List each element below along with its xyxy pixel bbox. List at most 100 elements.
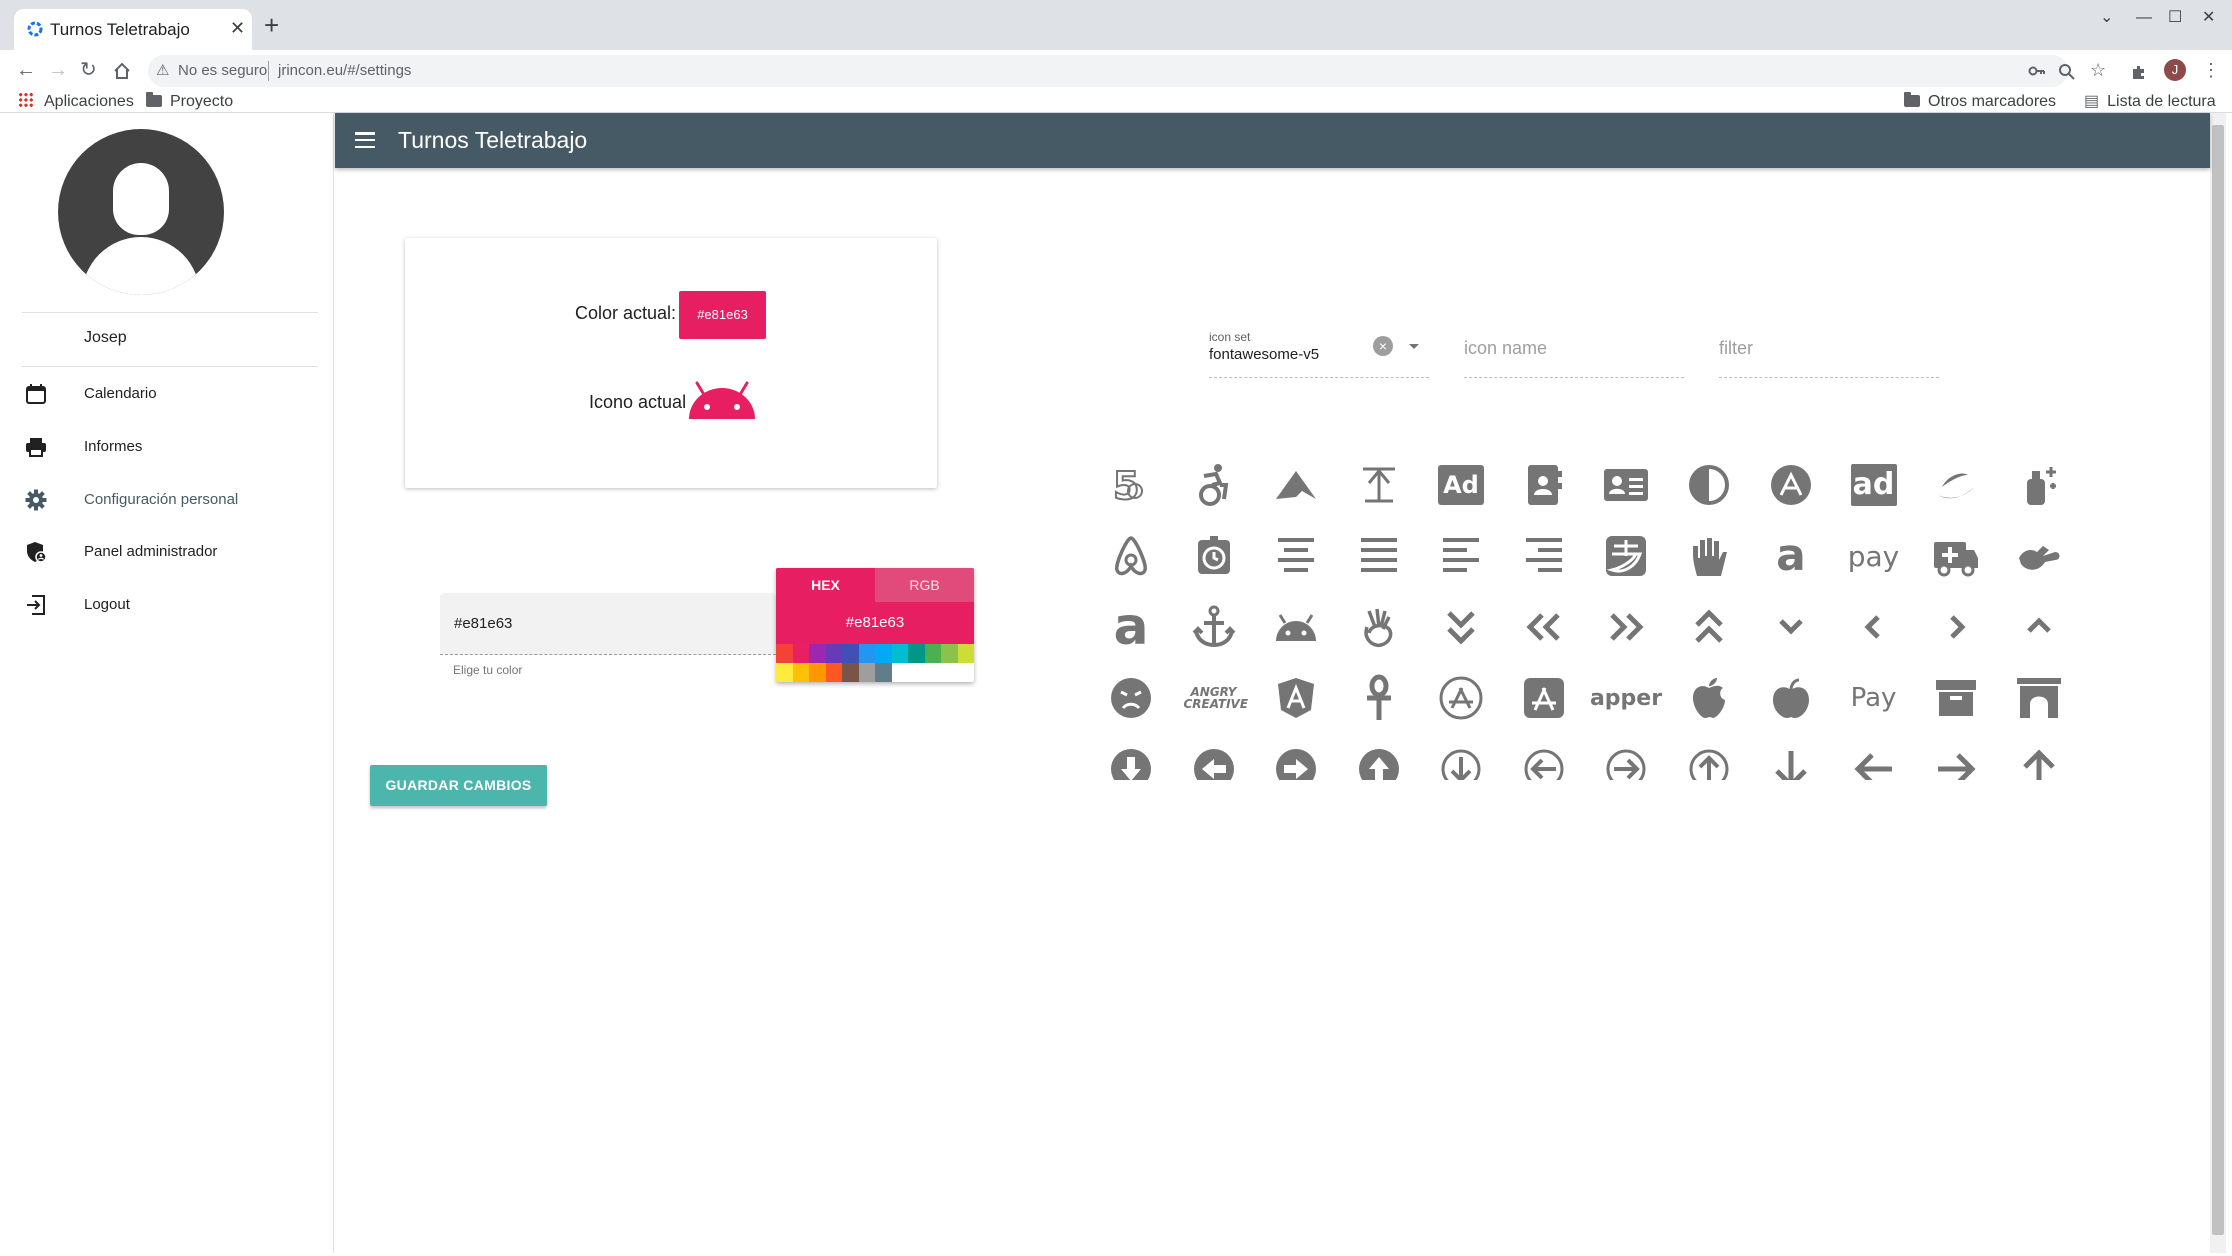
save-changes-button[interactable]: GUARDAR CAMBIOS	[370, 765, 547, 806]
arrow-alt-circle-up-icon[interactable]	[1349, 739, 1409, 780]
bookmark-other[interactable]: Otros marcadores	[1904, 92, 2056, 112]
angle-up-icon[interactable]	[2009, 597, 2069, 657]
amazon-icon[interactable]: a	[1761, 526, 1821, 586]
tab-hex[interactable]: HEX	[776, 568, 875, 602]
app-store-icon[interactable]	[1431, 668, 1491, 728]
page-scrollbar[interactable]	[2210, 113, 2226, 1253]
angular-icon[interactable]	[1266, 668, 1326, 728]
adversal-icon[interactable]: ad	[1844, 455, 1904, 515]
apple-alt-icon[interactable]	[1761, 668, 1821, 728]
apple-pay-icon[interactable]: Pay	[1844, 668, 1904, 728]
color-swatch[interactable]	[825, 663, 843, 682]
browser-tab[interactable]: Turnos Teletrabajo ✕	[14, 9, 252, 50]
angle-double-right-icon[interactable]	[1596, 597, 1656, 657]
accessible-icon-icon[interactable]	[1184, 455, 1244, 515]
back-arrow-icon[interactable]: ←	[16, 58, 36, 82]
android-icon[interactable]	[1266, 597, 1326, 657]
align-justify-icon[interactable]	[1349, 526, 1409, 586]
adjust-icon[interactable]	[1679, 455, 1739, 515]
align-center-icon[interactable]	[1266, 526, 1326, 586]
color-swatch[interactable]	[792, 663, 810, 682]
arrow-circle-left-icon[interactable]	[1514, 739, 1574, 780]
color-swatch[interactable]	[875, 644, 892, 663]
angrycreative-icon[interactable]: ANGRY CREATIVE	[1184, 668, 1249, 728]
scroll-thumb[interactable]	[2212, 125, 2224, 1235]
arrow-right-icon[interactable]	[1926, 739, 1986, 780]
apper-icon[interactable]: apper	[1590, 668, 1662, 728]
airbnb-icon[interactable]	[1101, 526, 1161, 586]
url-text[interactable]: jrincon.eu/#/settings	[278, 62, 411, 79]
archive-icon[interactable]	[1926, 668, 1986, 728]
filter-input[interactable]: filter	[1719, 330, 1939, 378]
chevron-down-icon[interactable]	[1409, 344, 1419, 349]
accusoft-icon[interactable]	[1266, 455, 1326, 515]
arrow-left-icon[interactable]	[1844, 739, 1904, 780]
sidebar-item-panel-administrador[interactable]: Panel administrador	[2, 532, 333, 572]
align-left-icon[interactable]	[1431, 526, 1491, 586]
affiliatetheme-icon[interactable]	[1926, 455, 1986, 515]
color-swatch[interactable]	[792, 644, 810, 663]
tab-rgb[interactable]: RGB	[875, 568, 974, 602]
clear-icon[interactable]: ×	[1373, 336, 1393, 356]
app-store-ios-icon[interactable]	[1514, 668, 1574, 728]
minimize-button[interactable]: —	[2136, 8, 2152, 28]
reload-icon[interactable]: ↻	[80, 58, 97, 82]
color-swatch[interactable]	[908, 644, 925, 663]
angle-double-left-icon[interactable]	[1514, 597, 1574, 657]
tab-close-icon[interactable]: ✕	[230, 18, 245, 38]
angle-double-down-icon[interactable]	[1431, 597, 1491, 657]
color-swatch[interactable]	[776, 663, 793, 682]
angle-down-icon[interactable]	[1761, 597, 1821, 657]
angle-double-up-icon[interactable]	[1679, 597, 1739, 657]
extensions-icon[interactable]	[2130, 63, 2148, 81]
angry-icon[interactable]	[1101, 668, 1161, 728]
address-bar[interactable]: ⚠ No es seguro jrincon.eu/#/settings	[148, 55, 2068, 87]
star-icon[interactable]: ☆	[2090, 60, 2106, 80]
angle-left-icon[interactable]	[1844, 597, 1904, 657]
arrow-alt-circle-left-icon[interactable]	[1184, 739, 1244, 780]
arrow-circle-up-icon[interactable]	[1679, 739, 1739, 780]
ad-icon[interactable]: Ad	[1431, 455, 1491, 515]
allergies-icon[interactable]	[1679, 526, 1739, 586]
color-swatch[interactable]	[941, 644, 958, 663]
sidebar-item-logout[interactable]: Logout	[2, 585, 333, 625]
arrow-circle-right-icon[interactable]	[1596, 739, 1656, 780]
color-swatch[interactable]	[957, 644, 974, 663]
arrow-up-icon[interactable]	[2009, 739, 2069, 780]
sidebar-item-configuracion[interactable]: Configuración personal	[2, 480, 333, 520]
ankh-icon[interactable]	[1349, 668, 1409, 728]
color-swatch[interactable]	[842, 644, 859, 663]
alarm-clock-icon[interactable]	[1184, 526, 1244, 586]
arrow-circle-down-icon[interactable]	[1431, 739, 1491, 780]
address-book-icon[interactable]	[1514, 455, 1574, 515]
profile-avatar[interactable]: J	[2164, 59, 2186, 81]
color-swatch[interactable]	[891, 644, 909, 663]
align-right-icon[interactable]	[1514, 526, 1574, 586]
angellist-icon[interactable]	[1349, 597, 1409, 657]
color-swatch[interactable]	[924, 644, 942, 663]
bookmark-apps[interactable]: Aplicaciones	[18, 92, 134, 112]
icon-name-input[interactable]: icon name	[1464, 330, 1684, 378]
american-sign-language-interpreting-icon[interactable]	[2009, 526, 2069, 586]
arrow-alt-circle-right-icon[interactable]	[1266, 739, 1326, 780]
color-swatch[interactable]	[842, 663, 859, 682]
color-swatch[interactable]	[858, 644, 876, 663]
color-swatch[interactable]	[858, 663, 876, 682]
arrow-alt-circle-down-icon[interactable]	[1101, 739, 1161, 780]
hamburger-menu-icon[interactable]	[355, 132, 375, 149]
ambulance-icon[interactable]	[1926, 526, 1986, 586]
color-swatch[interactable]	[825, 644, 843, 663]
zoom-icon[interactable]	[2058, 63, 2076, 81]
acquisitions-incorporated-icon[interactable]	[1349, 455, 1409, 515]
apple-icon[interactable]	[1679, 668, 1739, 728]
anchor-icon[interactable]	[1184, 597, 1244, 657]
color-input-value[interactable]: #e81e63	[454, 615, 512, 632]
new-tab-button[interactable]: +	[264, 12, 279, 38]
sidebar-item-informes[interactable]: Informes	[2, 427, 333, 467]
adn-icon[interactable]	[1761, 455, 1821, 515]
air-freshener-icon[interactable]	[2009, 455, 2069, 515]
alipay-icon[interactable]	[1596, 526, 1656, 586]
500px-icon[interactable]: 5	[1101, 455, 1161, 515]
maximize-button[interactable]: ☐	[2168, 8, 2182, 28]
address-card-icon[interactable]	[1596, 455, 1656, 515]
